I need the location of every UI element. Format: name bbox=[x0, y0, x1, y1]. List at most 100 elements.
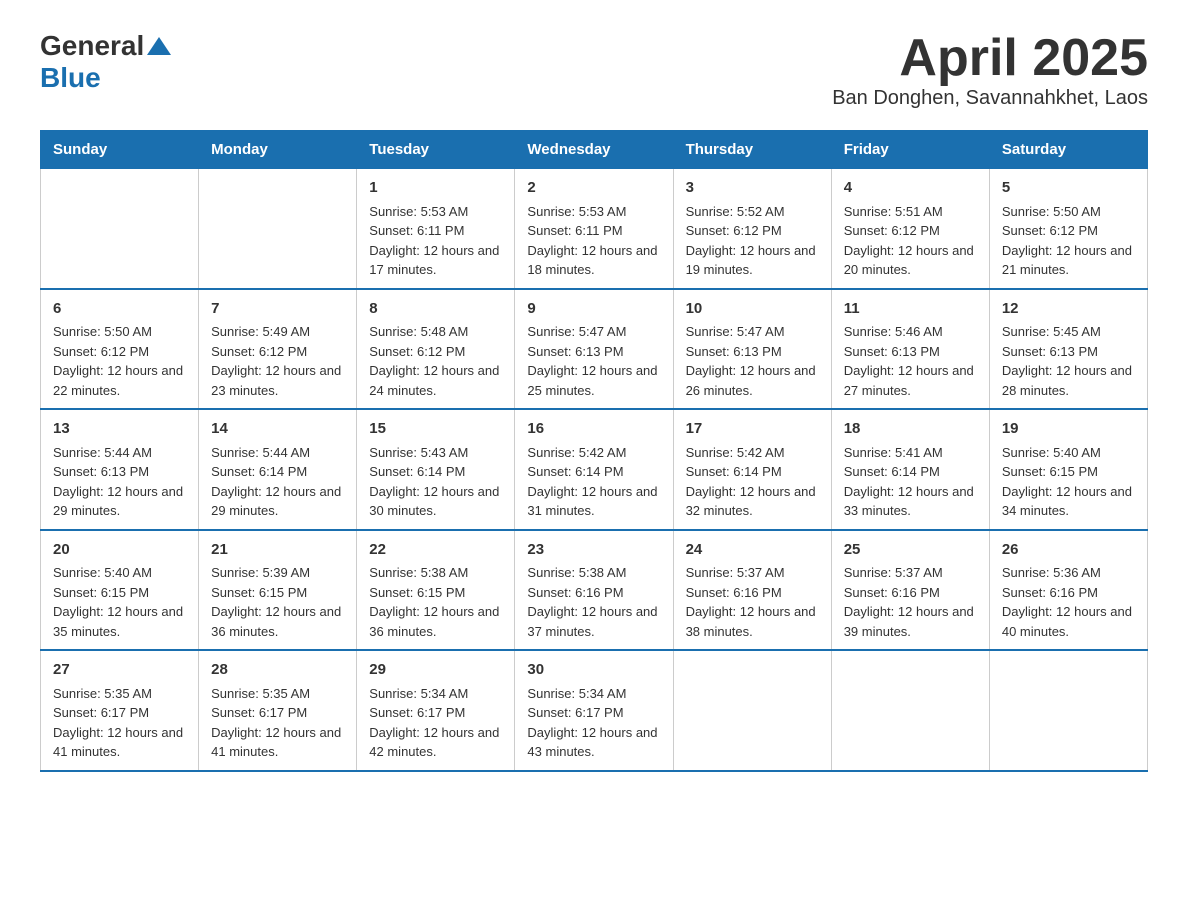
day-info: Sunrise: 5:35 AM bbox=[211, 684, 344, 704]
day-info: Daylight: 12 hours and 18 minutes. bbox=[527, 241, 660, 280]
day-info: Daylight: 12 hours and 29 minutes. bbox=[211, 482, 344, 521]
day-info: Sunset: 6:16 PM bbox=[686, 583, 819, 603]
calendar-cell: 14Sunrise: 5:44 AMSunset: 6:14 PMDayligh… bbox=[199, 409, 357, 530]
calendar-week-row: 13Sunrise: 5:44 AMSunset: 6:13 PMDayligh… bbox=[41, 409, 1148, 530]
day-info: Sunset: 6:12 PM bbox=[369, 342, 502, 362]
day-info: Sunset: 6:12 PM bbox=[1002, 221, 1135, 241]
day-info: Sunrise: 5:53 AM bbox=[527, 202, 660, 222]
day-info: Daylight: 12 hours and 36 minutes. bbox=[211, 602, 344, 641]
day-info: Sunset: 6:12 PM bbox=[686, 221, 819, 241]
calendar-cell: 1Sunrise: 5:53 AMSunset: 6:11 PMDaylight… bbox=[357, 169, 515, 289]
day-info: Daylight: 12 hours and 29 minutes. bbox=[53, 482, 186, 521]
day-number: 29 bbox=[369, 659, 502, 682]
day-info: Sunrise: 5:49 AM bbox=[211, 322, 344, 342]
day-number: 15 bbox=[369, 418, 502, 441]
calendar-cell: 24Sunrise: 5:37 AMSunset: 6:16 PMDayligh… bbox=[673, 530, 831, 651]
day-info: Daylight: 12 hours and 28 minutes. bbox=[1002, 361, 1135, 400]
page-header: General Blue April 2025 Ban Donghen, Sav… bbox=[40, 30, 1148, 110]
day-info: Daylight: 12 hours and 33 minutes. bbox=[844, 482, 977, 521]
calendar-cell bbox=[989, 650, 1147, 771]
day-number: 5 bbox=[1002, 177, 1135, 200]
day-info: Daylight: 12 hours and 34 minutes. bbox=[1002, 482, 1135, 521]
day-info: Sunrise: 5:51 AM bbox=[844, 202, 977, 222]
calendar-cell: 22Sunrise: 5:38 AMSunset: 6:15 PMDayligh… bbox=[357, 530, 515, 651]
day-info: Sunset: 6:14 PM bbox=[844, 462, 977, 482]
day-number: 6 bbox=[53, 298, 186, 321]
day-info: Sunrise: 5:50 AM bbox=[53, 322, 186, 342]
day-info: Daylight: 12 hours and 22 minutes. bbox=[53, 361, 186, 400]
calendar-cell: 12Sunrise: 5:45 AMSunset: 6:13 PMDayligh… bbox=[989, 289, 1147, 410]
day-info: Sunrise: 5:38 AM bbox=[369, 563, 502, 583]
day-info: Sunset: 6:15 PM bbox=[53, 583, 186, 603]
calendar-cell: 27Sunrise: 5:35 AMSunset: 6:17 PMDayligh… bbox=[41, 650, 199, 771]
day-info: Sunrise: 5:35 AM bbox=[53, 684, 186, 704]
day-info: Sunrise: 5:50 AM bbox=[1002, 202, 1135, 222]
day-info: Sunset: 6:14 PM bbox=[211, 462, 344, 482]
calendar-cell: 7Sunrise: 5:49 AMSunset: 6:12 PMDaylight… bbox=[199, 289, 357, 410]
day-info: Sunset: 6:13 PM bbox=[844, 342, 977, 362]
day-info: Sunrise: 5:45 AM bbox=[1002, 322, 1135, 342]
calendar-cell: 2Sunrise: 5:53 AMSunset: 6:11 PMDaylight… bbox=[515, 169, 673, 289]
day-info: Sunrise: 5:52 AM bbox=[686, 202, 819, 222]
day-info: Sunrise: 5:38 AM bbox=[527, 563, 660, 583]
calendar-cell: 13Sunrise: 5:44 AMSunset: 6:13 PMDayligh… bbox=[41, 409, 199, 530]
day-number: 18 bbox=[844, 418, 977, 441]
day-info: Sunset: 6:12 PM bbox=[844, 221, 977, 241]
calendar-cell bbox=[831, 650, 989, 771]
day-info: Daylight: 12 hours and 40 minutes. bbox=[1002, 602, 1135, 641]
day-info: Sunset: 6:14 PM bbox=[686, 462, 819, 482]
calendar-cell: 23Sunrise: 5:38 AMSunset: 6:16 PMDayligh… bbox=[515, 530, 673, 651]
day-number: 10 bbox=[686, 298, 819, 321]
day-info: Sunset: 6:17 PM bbox=[369, 703, 502, 723]
day-info: Sunrise: 5:46 AM bbox=[844, 322, 977, 342]
calendar-day-header: Friday bbox=[831, 131, 989, 169]
day-info: Daylight: 12 hours and 42 minutes. bbox=[369, 723, 502, 762]
day-info: Sunrise: 5:42 AM bbox=[527, 443, 660, 463]
day-info: Daylight: 12 hours and 17 minutes. bbox=[369, 241, 502, 280]
calendar-week-row: 20Sunrise: 5:40 AMSunset: 6:15 PMDayligh… bbox=[41, 530, 1148, 651]
calendar-cell: 3Sunrise: 5:52 AMSunset: 6:12 PMDaylight… bbox=[673, 169, 831, 289]
day-number: 28 bbox=[211, 659, 344, 682]
day-info: Sunrise: 5:40 AM bbox=[1002, 443, 1135, 463]
day-info: Sunrise: 5:43 AM bbox=[369, 443, 502, 463]
day-info: Daylight: 12 hours and 30 minutes. bbox=[369, 482, 502, 521]
day-info: Sunset: 6:16 PM bbox=[844, 583, 977, 603]
calendar-cell: 30Sunrise: 5:34 AMSunset: 6:17 PMDayligh… bbox=[515, 650, 673, 771]
day-info: Daylight: 12 hours and 23 minutes. bbox=[211, 361, 344, 400]
day-info: Sunrise: 5:48 AM bbox=[369, 322, 502, 342]
calendar-cell: 8Sunrise: 5:48 AMSunset: 6:12 PMDaylight… bbox=[357, 289, 515, 410]
day-number: 17 bbox=[686, 418, 819, 441]
day-number: 30 bbox=[527, 659, 660, 682]
day-info: Sunrise: 5:47 AM bbox=[527, 322, 660, 342]
calendar-table: SundayMondayTuesdayWednesdayThursdayFrid… bbox=[40, 130, 1148, 772]
day-info: Daylight: 12 hours and 27 minutes. bbox=[844, 361, 977, 400]
day-info: Daylight: 12 hours and 19 minutes. bbox=[686, 241, 819, 280]
day-info: Sunset: 6:13 PM bbox=[686, 342, 819, 362]
day-number: 7 bbox=[211, 298, 344, 321]
calendar-day-header: Wednesday bbox=[515, 131, 673, 169]
calendar-cell: 25Sunrise: 5:37 AMSunset: 6:16 PMDayligh… bbox=[831, 530, 989, 651]
day-info: Daylight: 12 hours and 37 minutes. bbox=[527, 602, 660, 641]
day-info: Daylight: 12 hours and 24 minutes. bbox=[369, 361, 502, 400]
day-info: Daylight: 12 hours and 20 minutes. bbox=[844, 241, 977, 280]
day-info: Sunset: 6:15 PM bbox=[211, 583, 344, 603]
calendar-cell: 5Sunrise: 5:50 AMSunset: 6:12 PMDaylight… bbox=[989, 169, 1147, 289]
calendar-week-row: 27Sunrise: 5:35 AMSunset: 6:17 PMDayligh… bbox=[41, 650, 1148, 771]
day-info: Sunrise: 5:34 AM bbox=[527, 684, 660, 704]
day-number: 13 bbox=[53, 418, 186, 441]
day-info: Sunset: 6:13 PM bbox=[53, 462, 186, 482]
calendar-cell: 4Sunrise: 5:51 AMSunset: 6:12 PMDaylight… bbox=[831, 169, 989, 289]
day-number: 20 bbox=[53, 539, 186, 562]
calendar-cell: 29Sunrise: 5:34 AMSunset: 6:17 PMDayligh… bbox=[357, 650, 515, 771]
day-number: 21 bbox=[211, 539, 344, 562]
day-info: Daylight: 12 hours and 38 minutes. bbox=[686, 602, 819, 641]
day-number: 11 bbox=[844, 298, 977, 321]
day-info: Daylight: 12 hours and 32 minutes. bbox=[686, 482, 819, 521]
day-number: 8 bbox=[369, 298, 502, 321]
day-number: 19 bbox=[1002, 418, 1135, 441]
day-info: Sunset: 6:12 PM bbox=[211, 342, 344, 362]
day-info: Sunrise: 5:34 AM bbox=[369, 684, 502, 704]
calendar-day-header: Thursday bbox=[673, 131, 831, 169]
day-number: 3 bbox=[686, 177, 819, 200]
calendar-cell: 10Sunrise: 5:47 AMSunset: 6:13 PMDayligh… bbox=[673, 289, 831, 410]
